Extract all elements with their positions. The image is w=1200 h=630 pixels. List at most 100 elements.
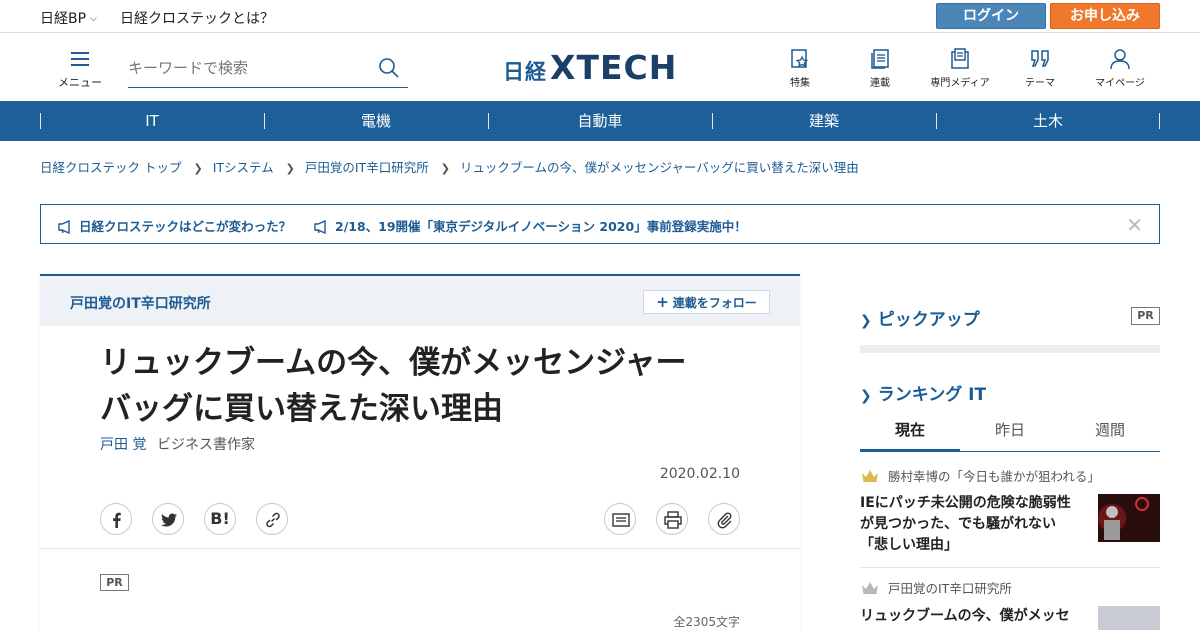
menu-label: メニュー [58,76,102,89]
share-twitter-button[interactable] [152,503,184,535]
category-divider [1159,113,1160,129]
pr-badge: PR [1131,307,1160,325]
ranking-article-title[interactable]: IEにパッチ未公開の危険な脆弱性が見つかった、でも騒がれない「悲しい理由」 [860,493,1080,556]
share-hatena-button[interactable]: B! [204,503,236,535]
ranking-thumbnail[interactable] [1098,494,1160,542]
search-input[interactable] [128,56,368,80]
breadcrumb-series[interactable]: 戸田覚のIT辛口研究所 [305,160,429,175]
print-icon [664,511,682,529]
paperclip-icon [717,512,732,529]
ranking-series-label: 勝村幸博の「今日も誰かが狙われる」 [888,469,1100,484]
ranking-series[interactable]: 勝村幸博の「今日も誰かが狙われる」 [860,466,1100,485]
chevron-right-icon: ❯ [193,162,203,175]
pickup-placeholder [860,345,1160,353]
nikkei-bp-label: 日経BP [40,11,87,27]
series-name[interactable]: 戸田覚のIT辛口研究所 [70,293,211,313]
ranking-tabs: 現在 昨日 週間 [860,410,1160,452]
nav-theme[interactable]: テーマ [1005,48,1075,89]
share-facebook-button[interactable] [100,503,132,535]
category-architecture[interactable]: 建築 [712,101,936,141]
ranking-article-title[interactable]: リュックブームの今、僕がメッセ [860,606,1080,627]
search-box [128,50,408,88]
comment-button[interactable] [604,503,636,535]
about-link[interactable]: 日経クロステックとは？ [120,8,274,28]
ranking-title: ランキング IT [877,385,987,405]
notice-banner: 日経クロステックはどこが変わった？ 2/18、19開催「東京デジタルイノベーショ… [40,204,1160,244]
notice-link-event[interactable]: 2/18、19開催「東京デジタルイノベーション 2020」事前登録実施中！ [313,216,747,235]
article-title: リュックブームの今、僕がメッセンジャー バッグに買い替えた深い理由 [100,340,760,432]
category-it[interactable]: IT [40,101,264,141]
author-name[interactable]: 戸田 覚 [100,434,146,454]
crown-gold-icon [862,470,878,482]
close-icon[interactable]: ✕ [1126,213,1143,237]
tab-weekly[interactable]: 週間 [1060,410,1160,452]
pr-badge: PR [100,574,129,591]
feature-icon [791,49,809,68]
pickup-heading: ❯ ピックアップ [860,305,980,330]
breadcrumb-it-system[interactable]: ITシステム [213,160,274,175]
hamburger-icon [71,52,89,66]
megaphone-icon [314,219,326,235]
clip-button[interactable] [708,503,740,535]
hatena-bookmark-icon: B! [210,509,230,528]
comment-icon [612,513,630,527]
logo-prefix: 日経 [503,60,547,84]
copy-link-button[interactable] [256,503,288,535]
tab-yesterday[interactable]: 昨日 [960,410,1060,452]
ranking-series[interactable]: 戸田覚のIT辛口研究所 [860,578,1012,597]
megaphone-icon [58,219,70,235]
user-icon [1110,49,1130,70]
follow-label: 連載をフォロー [672,296,757,310]
crown-silver-icon [862,582,878,594]
category-civil[interactable]: 土木 [936,101,1160,141]
menu-button[interactable]: メニュー [58,52,102,92]
pickup-title: ピックアップ [877,310,980,330]
category-electronics[interactable]: 電機 [264,101,488,141]
media-icon [951,48,969,69]
series-header: 戸田覚のIT辛口研究所 + 連載をフォロー [40,276,800,326]
twitter-icon [161,513,177,527]
article-card: 戸田覚のIT辛口研究所 + 連載をフォロー リュックブームの今、僕がメッセンジャー… [40,274,800,630]
nikkei-bp-link[interactable]: 日経BP ⌵ [40,8,97,28]
category-bar: IT 電機 自動車 建築 土木 [0,101,1200,141]
breadcrumb-top[interactable]: 日経クロステック トップ [40,160,181,175]
apply-button[interactable]: お申し込み [1050,3,1160,29]
site-logo[interactable]: 日経 XTECH [503,46,695,87]
nav-series-label: 連載 [870,78,890,89]
search-icon[interactable] [378,57,400,83]
plus-icon: + [656,293,669,311]
series-icon [871,49,889,69]
nav-media[interactable]: 専門メディア [925,48,995,89]
article-divider [40,548,800,549]
nav-series[interactable]: 連載 [845,48,915,89]
link-icon [266,512,280,528]
breadcrumb-current[interactable]: リュックブームの今、僕がメッセンジャーバッグに買い替えた深い理由 [460,160,859,175]
notice-link-changes[interactable]: 日経クロステックはどこが変わった？ [57,216,291,235]
category-automobile[interactable]: 自動車 [488,101,712,141]
print-button[interactable] [656,503,688,535]
login-button[interactable]: ログイン [936,3,1046,29]
nav-mypage-label: マイページ [1095,78,1145,89]
nav-feature[interactable]: 特集 [765,48,835,89]
ranking-thumbnail[interactable] [1098,606,1160,630]
notice-text: 日経クロステックはどこが変わった？ [79,219,292,234]
nav-media-label: 専門メディア [930,78,990,89]
article-title-line: バッグに買い替えた深い理由 [100,391,503,427]
publish-date: 2020.02.10 [659,466,740,482]
nav-mypage[interactable]: マイページ [1085,48,1155,89]
article-title-line: リュックブームの今、僕がメッセンジャー [100,345,687,381]
chevron-down-icon: ⌵ [90,14,97,24]
author-role: ビジネス書作家 [157,437,255,453]
theme-icon [1031,50,1049,67]
ranking-series-label: 戸田覚のIT辛口研究所 [888,581,1012,596]
chevron-right-icon: ❯ [860,388,872,404]
follow-series-button[interactable]: + 連載をフォロー [643,290,770,314]
breadcrumb: 日経クロステック トップ ❯ ITシステム ❯ 戸田覚のIT辛口研究所 ❯ リュックブームの… [40,157,859,176]
chevron-right-icon: ❯ [285,162,295,175]
ranking-separator [860,567,1160,568]
tab-now[interactable]: 現在 [860,410,960,452]
notice-text: 2/18、19開催「東京デジタルイノベーション 2020」事前登録実施中！ [335,219,747,234]
nav-feature-label: 特集 [790,78,810,89]
logo-xtech: XTECH [550,48,678,87]
chevron-right-icon: ❯ [860,313,872,329]
